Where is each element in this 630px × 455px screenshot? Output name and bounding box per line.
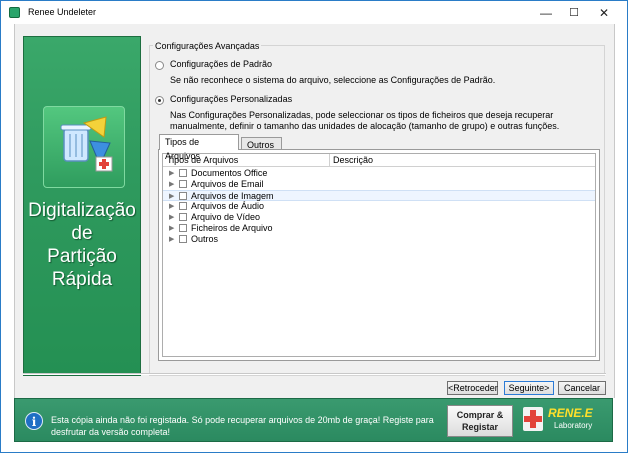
- row-label: Documentos Office: [191, 168, 268, 178]
- file-types-tree[interactable]: Tipos de Arquivos Descrição ▶ Documentos…: [162, 153, 596, 357]
- custom-settings-label[interactable]: Configurações Personalizadas: [170, 94, 292, 104]
- maximize-button[interactable]: ☐: [559, 1, 589, 25]
- wizard-content: Digitalização de Partição Rápida Configu…: [14, 24, 615, 398]
- row-label: Arquivo de Vídeo: [191, 212, 261, 222]
- column-separator[interactable]: [329, 154, 330, 166]
- info-icon: i: [25, 412, 43, 430]
- registration-message: Esta cópia ainda não foi registada. Só p…: [51, 415, 434, 437]
- expand-arrow-icon[interactable]: ▶: [169, 201, 174, 212]
- advanced-settings-label: Configurações Avançadas: [153, 41, 262, 51]
- tree-header: Tipos de Arquivos Descrição: [163, 154, 595, 167]
- brand-logo-icon: [523, 407, 543, 431]
- buy-register-button[interactable]: Comprar & Registar: [447, 405, 513, 437]
- recycle-bin-icon: [60, 116, 113, 172]
- row-checkbox[interactable]: [179, 224, 187, 232]
- tab-file-types[interactable]: Tipos de Arquivos: [159, 134, 239, 161]
- expand-arrow-icon[interactable]: ▶: [169, 223, 174, 234]
- feature-side-panel: Digitalização de Partição Rápida: [23, 36, 141, 376]
- brand-subtitle: Laboratory: [554, 421, 593, 430]
- buy-line-2: Registar: [461, 422, 498, 432]
- row-label: Arquivos de Email: [191, 179, 264, 189]
- row-checkbox[interactable]: [179, 180, 187, 188]
- row-checkbox[interactable]: [179, 202, 187, 210]
- app-icon: [9, 7, 20, 18]
- expand-arrow-icon[interactable]: ▶: [169, 168, 174, 179]
- row-checkbox[interactable]: [179, 235, 187, 243]
- row-checkbox[interactable]: [179, 192, 187, 200]
- title-bar[interactable]: Renee Undeleter — ☐ ✕: [1, 1, 627, 25]
- row-checkbox[interactable]: [179, 213, 187, 221]
- tree-row[interactable]: ▶ Arquivos de Áudio: [163, 201, 595, 212]
- close-button[interactable]: ✕: [589, 1, 619, 25]
- default-settings-radio[interactable]: [155, 61, 164, 70]
- tree-row[interactable]: ▶ Documentos Office: [163, 168, 595, 179]
- column-description[interactable]: Descrição: [333, 155, 373, 165]
- next-button[interactable]: Seguinte>: [504, 381, 554, 395]
- custom-settings-description: Nas Configurações Personalizadas, pode s…: [170, 110, 560, 131]
- default-settings-label[interactable]: Configurações de Padrão: [170, 59, 272, 69]
- feature-title: Digitalização de Partição Rápida: [28, 200, 136, 290]
- cancel-button[interactable]: Cancelar: [558, 381, 606, 395]
- divider-highlight: [23, 374, 606, 375]
- tree-row[interactable]: ▶ Arquivos de Imagem: [163, 190, 595, 201]
- tree-row[interactable]: ▶ Ficheiros de Arquivo: [163, 223, 595, 234]
- window-title: Renee Undeleter: [28, 7, 97, 17]
- minimize-button[interactable]: —: [531, 1, 561, 25]
- expand-arrow-icon[interactable]: ▶: [169, 234, 174, 245]
- registration-banner: i Esta cópia ainda não foi registada. Só…: [14, 398, 613, 442]
- row-checkbox[interactable]: [179, 169, 187, 177]
- tree-row[interactable]: ▶ Arquivos de Email: [163, 179, 595, 190]
- expand-arrow-icon[interactable]: ▶: [169, 179, 174, 190]
- back-button[interactable]: <Retroceder: [447, 381, 498, 395]
- tree-row[interactable]: ▶ Outros: [163, 234, 595, 245]
- buy-line-1: Comprar &: [456, 410, 504, 420]
- default-settings-description: Se não reconhece o sistema do arquivo, s…: [170, 75, 496, 85]
- row-label: Ficheiros de Arquivo: [191, 223, 273, 233]
- row-label: Arquivos de Áudio: [191, 201, 265, 211]
- custom-settings-radio[interactable]: [155, 96, 164, 105]
- brand-name: RENE.E: [548, 406, 593, 420]
- scan-feature-icon: [43, 106, 125, 188]
- tree-row[interactable]: ▶ Arquivo de Vídeo: [163, 212, 595, 223]
- expand-arrow-icon[interactable]: ▶: [169, 212, 174, 223]
- row-label: Outros: [191, 234, 219, 244]
- file-types-panel: Tipos de Arquivos Descrição ▶ Documentos…: [158, 149, 600, 361]
